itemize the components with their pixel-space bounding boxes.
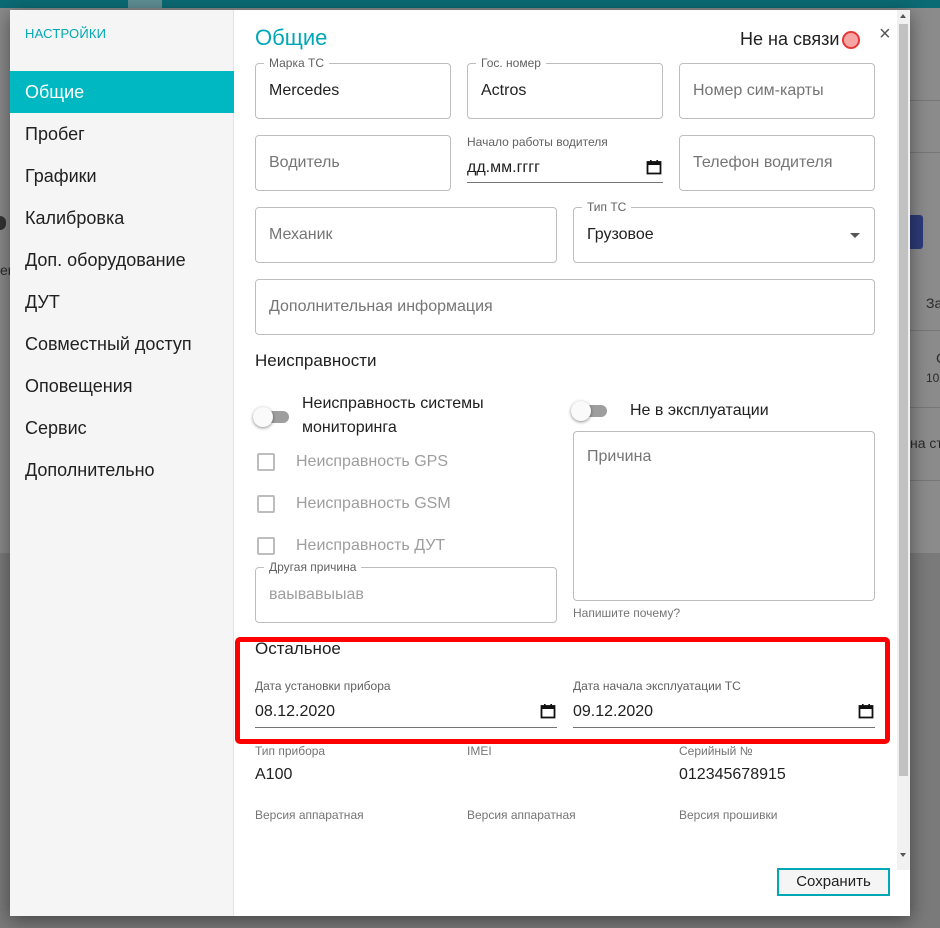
other-reason-field[interactable]: Другая причина ваывавыыав	[255, 560, 557, 623]
sidebar-item-notifications[interactable]: Оповещения	[10, 365, 234, 407]
driver-start-date-value: дд.мм.гггг	[467, 159, 540, 176]
other-section-title: Остальное	[255, 639, 341, 658]
page-title: Общие	[255, 25, 328, 50]
sidebar-item-shared-access[interactable]: Совместный доступ	[10, 323, 234, 365]
calendar-icon[interactable]	[646, 159, 662, 175]
license-plate-value: Actros	[481, 82, 527, 99]
reason-helper-text: Напишите почему?	[573, 606, 681, 620]
scroll-down-arrow-icon[interactable]	[900, 853, 906, 857]
firmware-version-label: Версия прошивки	[679, 808, 778, 822]
background-topbar-tab	[128, 0, 162, 8]
serial-number-label: Серийный №	[679, 744, 753, 758]
settings-sidebar: НАСТРОЙКИ Общие Пробег Графики Калибровк…	[10, 10, 234, 916]
background-button	[910, 215, 923, 249]
other-reason-value: ваывавыыав	[269, 586, 364, 603]
mechanic-placeholder: Механик	[269, 226, 333, 243]
operation-start-date-value: 09.12.2020	[573, 703, 654, 720]
vehicle-type-value: Грузовое	[587, 226, 654, 243]
background-text: на ст	[910, 435, 940, 451]
monitoring-fault-label-line1: Неисправность системы	[302, 395, 484, 412]
gps-fault-checkbox[interactable]	[257, 453, 275, 471]
driver-start-date-label: Начало работы водителя	[467, 135, 608, 149]
sidebar-item-calibration[interactable]: Калибровка	[10, 197, 234, 239]
install-date-value: 08.12.2020	[255, 703, 336, 720]
driver-field[interactable]: Водитель	[255, 135, 451, 191]
gsm-fault-checkbox[interactable]	[257, 495, 275, 513]
driver-start-date-input[interactable]: Начало работы водителя дд.мм.гггг	[467, 135, 663, 183]
sidebar-title: НАСТРОЙКИ	[25, 26, 107, 41]
settings-dialog: НАСТРОЙКИ Общие Пробег Графики Калибровк…	[10, 10, 910, 916]
background-divider	[910, 100, 940, 101]
vehicle-brand-value: Mercedes	[269, 82, 340, 99]
not-in-service-label: Не в эксплуатации	[630, 402, 769, 419]
sidebar-item-mileage[interactable]: Пробег	[10, 113, 234, 155]
settings-content: Общие Не на связи × Марка ТС Mercedes Го…	[235, 10, 910, 916]
background-topbar	[0, 0, 940, 8]
operation-start-date-label: Дата начала эксплуатации ТС	[573, 679, 741, 693]
background-text: 10	[926, 371, 940, 385]
driver-phone-field[interactable]: Телефон водителя	[679, 135, 875, 191]
close-icon[interactable]: ×	[879, 23, 891, 46]
additional-info-field[interactable]: Дополнительная информация	[255, 279, 875, 335]
gps-fault-label: Неисправность GPS	[296, 453, 448, 470]
install-date-input[interactable]: Дата установки прибора 08.12.2020	[255, 679, 557, 728]
toggle-thumb	[571, 401, 591, 421]
calendar-icon[interactable]	[858, 703, 874, 719]
reason-placeholder: Причина	[587, 448, 652, 465]
background-right-strip	[910, 8, 940, 553]
save-button[interactable]: Сохранить	[777, 868, 890, 896]
additional-info-placeholder: Дополнительная информация	[269, 298, 493, 315]
driver-placeholder: Водитель	[269, 154, 340, 171]
background-divider	[910, 407, 940, 408]
background-text: За	[926, 295, 940, 311]
background-divider	[910, 480, 940, 481]
install-date-label: Дата установки прибора	[255, 679, 391, 693]
monitoring-fault-label-line2: мониторинга	[302, 419, 397, 436]
hardware-version-label: Версия аппаратная	[255, 808, 364, 822]
driver-phone-placeholder: Телефон водителя	[693, 154, 833, 171]
mechanic-field[interactable]: Механик	[255, 207, 557, 263]
scroll-up-arrow-icon[interactable]	[900, 14, 906, 18]
sidebar-item-extra-equipment[interactable]: Доп. оборудование	[10, 239, 234, 281]
sidebar-item-fuel-sensor[interactable]: ДУТ	[10, 281, 234, 323]
serial-number-value: 012345678915	[679, 766, 786, 783]
fuel-sensor-fault-checkbox[interactable]	[257, 537, 275, 555]
gsm-fault-label: Неисправность GSM	[296, 495, 451, 512]
calendar-icon[interactable]	[540, 703, 556, 719]
background-divider	[910, 152, 940, 153]
scrollbar-thumb[interactable]	[899, 24, 908, 776]
fuel-sensor-fault-label: Неисправность ДУТ	[296, 537, 446, 554]
sim-number-field[interactable]: Номер сим-карты	[679, 63, 875, 119]
sidebar-item-service[interactable]: Сервис	[10, 407, 234, 449]
sim-number-placeholder: Номер сим-карты	[693, 82, 824, 99]
sidebar-item-charts[interactable]: Графики	[10, 155, 234, 197]
background-divider	[910, 330, 940, 331]
monitoring-fault-label: Неисправность системы мониторинга	[302, 392, 484, 440]
device-type-label: Тип прибора	[255, 744, 326, 758]
operation-start-date-input[interactable]: Дата начала эксплуатации ТС 09.12.2020	[573, 679, 875, 728]
connection-status: Не на связи	[740, 29, 840, 49]
vehicle-type-select[interactable]: Тип ТС Грузовое	[573, 200, 875, 263]
license-plate-field[interactable]: Гос. номер Actros	[467, 56, 663, 119]
faults-section-title: Неисправности	[255, 351, 377, 370]
vehicle-brand-field[interactable]: Марка ТС Mercedes	[255, 56, 451, 119]
hardware-version-label-2: Версия аппаратная	[467, 808, 576, 822]
status-indicator-icon	[842, 31, 860, 49]
background-text: С	[936, 350, 940, 366]
content-scrollbar[interactable]	[897, 10, 910, 870]
not-in-service-toggle[interactable]	[571, 401, 609, 421]
monitoring-fault-toggle[interactable]	[253, 407, 291, 427]
reason-textarea[interactable]: Причина	[573, 431, 875, 601]
toggle-thumb	[253, 407, 273, 427]
chevron-down-icon[interactable]	[850, 233, 860, 238]
imei-label: IMEI	[467, 744, 492, 758]
sidebar-item-general[interactable]: Общие	[10, 71, 234, 113]
sidebar-item-additional[interactable]: Дополнительно	[10, 449, 234, 491]
device-type-value: A100	[255, 766, 293, 783]
